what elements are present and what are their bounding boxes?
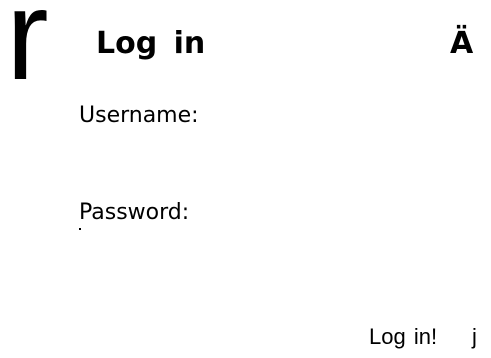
login-button[interactable]: Log in! <box>369 322 437 352</box>
page-title: Log in <box>96 26 206 61</box>
broken-icon-glyph-trailing: j <box>472 324 477 349</box>
username-field[interactable] <box>79 134 459 162</box>
username-label: Username: <box>79 103 199 128</box>
broken-icon-glyph: r <box>6 0 49 107</box>
text-cursor-mark <box>79 228 81 230</box>
password-label: Password: <box>79 200 190 225</box>
broken-icon-glyph-corner: Ä <box>450 26 474 61</box>
password-field[interactable] <box>79 231 459 259</box>
